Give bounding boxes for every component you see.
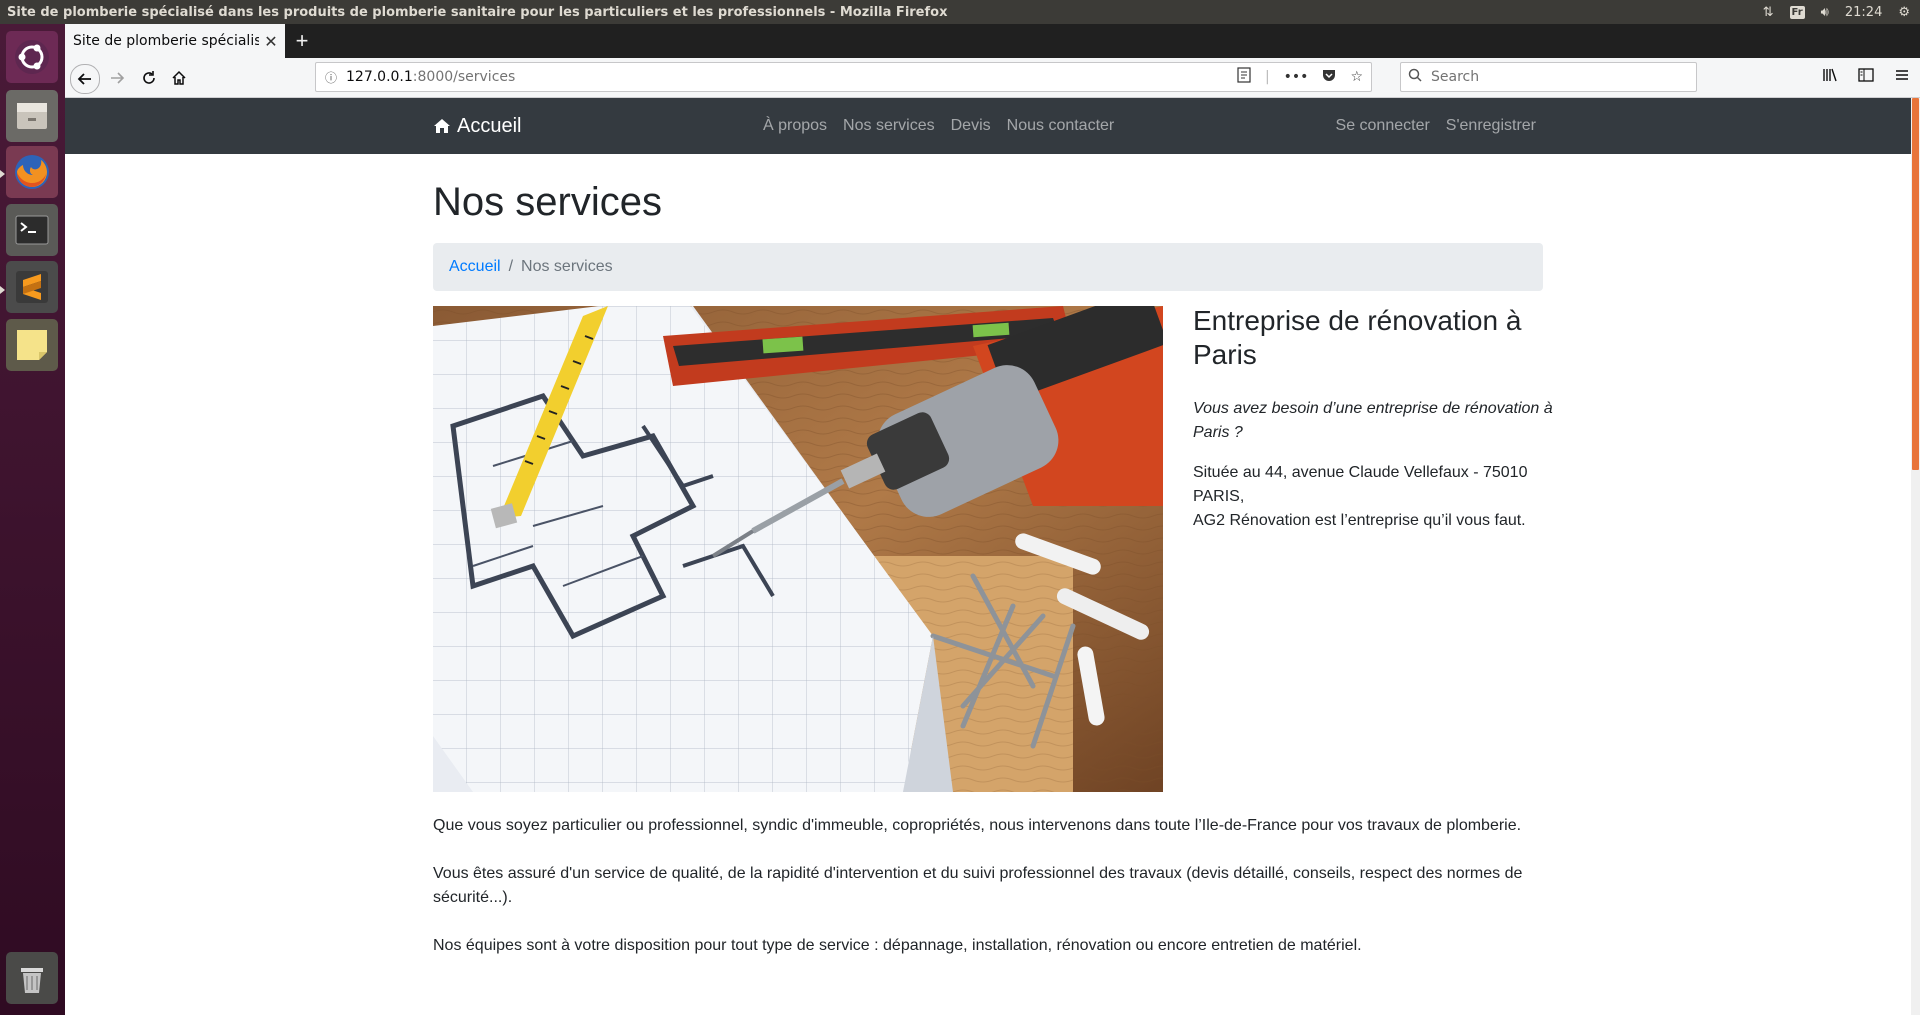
menu-icon[interactable] (1894, 67, 1910, 88)
pocket-icon[interactable] (1322, 68, 1336, 86)
forward-button[interactable] (103, 64, 131, 92)
notes-icon[interactable] (6, 319, 58, 371)
paragraph-teams: Nos équipes sont à votre disposition pou… (433, 937, 1362, 954)
page-viewport: Accueil À propos Nos services Devis Nous… (65, 98, 1911, 1015)
page-title: Nos services (433, 180, 662, 224)
toolbar-right (1822, 58, 1920, 97)
volume-icon[interactable]: 🔊︎ (1821, 5, 1829, 20)
page-scrollbar[interactable] (1911, 98, 1920, 1015)
library-icon[interactable] (1822, 67, 1838, 88)
window-title: Site de plomberie spécialisé dans les pr… (7, 4, 948, 20)
home-icon (172, 70, 186, 85)
site-info-icon[interactable]: ⓘ (316, 69, 346, 86)
renovation-tools-image (433, 306, 1163, 792)
bookmark-star-icon[interactable]: ☆ (1350, 69, 1363, 85)
home-button[interactable] (165, 64, 193, 92)
brand-label: Accueil (457, 114, 522, 137)
company-question: Vous avez besoin d’une entreprise de rén… (1193, 400, 1553, 442)
nav-item-a-propos[interactable]: À propos (755, 117, 835, 135)
login-link[interactable]: Se connecter (1328, 117, 1438, 135)
url-actions: | ••• ☆ (1237, 63, 1363, 91)
breadcrumb: Accueil / Nos services (433, 243, 1543, 291)
main-nav: À propos Nos services Devis Nous contact… (755, 98, 1122, 154)
auth-nav: Se connecter S'enregistrer (1328, 98, 1544, 154)
brand-link[interactable]: Accueil (433, 98, 521, 154)
reader-view-icon[interactable] (1237, 67, 1251, 87)
settings-gear-icon[interactable]: ⚙ (1898, 5, 1910, 20)
sidebar-icon[interactable] (1858, 67, 1874, 88)
launcher (0, 24, 65, 1015)
keyboard-layout-indicator[interactable]: Fr (1789, 5, 1805, 19)
nav-item-nous-contacter[interactable]: Nous contacter (999, 117, 1123, 135)
breadcrumb-current: Nos services (521, 258, 613, 275)
tab-active[interactable]: Site de plomberie spécialisé ✕ (65, 24, 285, 58)
page-actions-icon[interactable]: ••• (1284, 69, 1309, 85)
search-input[interactable] (1429, 68, 1673, 86)
scrollbar-thumb[interactable] (1912, 98, 1919, 470)
files-icon[interactable] (6, 90, 58, 142)
navigation-toolbar: ⓘ 127.0.0.1:8000/services | ••• ☆ (65, 58, 1920, 98)
tab-bar: Site de plomberie spécialisé ✕ + (65, 24, 1920, 58)
breadcrumb-separator: / (508, 258, 514, 275)
arrow-right-icon (111, 72, 125, 84)
company-name-line: AG2 Rénovation est l’entreprise qu’il vo… (1193, 512, 1526, 530)
terminal-icon[interactable] (6, 204, 58, 256)
top-panel: Site de plomberie spécialisé dans les pr… (0, 0, 1920, 24)
nav-item-devis[interactable]: Devis (943, 117, 999, 135)
url-divider: | (1264, 69, 1270, 85)
search-icon (1401, 68, 1429, 86)
tab-title: Site de plomberie spécialisé (73, 33, 259, 49)
tab-close-icon[interactable]: ✕ (259, 32, 283, 51)
arrow-left-icon (77, 73, 91, 85)
trash-icon[interactable] (6, 952, 58, 1004)
url-host: 127.0.0.1 (346, 69, 413, 85)
new-tab-button[interactable]: + (289, 28, 315, 54)
clock[interactable]: 21:24 (1845, 5, 1882, 20)
sublime-text-icon[interactable] (6, 261, 58, 313)
site-navbar: Accueil À propos Nos services Devis Nous… (65, 98, 1911, 154)
address-bar[interactable]: ⓘ 127.0.0.1:8000/services | ••• ☆ (315, 62, 1372, 92)
system-indicators: ⇅ Fr 🔊︎ 21:24 ⚙ (1763, 0, 1920, 24)
register-link[interactable]: S'enregistrer (1438, 117, 1544, 135)
ubuntu-icon[interactable] (6, 31, 58, 83)
network-icon[interactable]: ⇅ (1763, 5, 1774, 20)
company-heading: Entreprise de rénovation à Paris (1193, 305, 1522, 370)
breadcrumb-home-link[interactable]: Accueil (449, 258, 501, 276)
paragraph-coverage: Que vous soyez particulier ou profession… (433, 817, 1522, 834)
services-description: Que vous soyez particulier ou profession… (433, 814, 1543, 982)
company-address-paragraph: Située au 44, avenue Claude Vellefaux - … (1193, 461, 1553, 533)
reload-button[interactable] (135, 64, 163, 92)
search-bar[interactable] (1400, 62, 1697, 92)
nav-item-nos-services[interactable]: Nos services (835, 117, 943, 135)
company-info-column: Entreprise de rénovation à Paris Vous av… (1193, 304, 1553, 549)
reload-icon (143, 71, 155, 84)
back-button[interactable] (70, 64, 100, 94)
url-path: :8000/services (412, 69, 516, 85)
company-address-line: Située au 44, avenue Claude Vellefaux - … (1193, 464, 1528, 506)
firefox-icon[interactable] (6, 146, 58, 198)
home-icon (434, 119, 450, 133)
paragraph-quality: Vous êtes assuré d'un service de qualité… (433, 865, 1523, 906)
running-indicator (0, 170, 5, 178)
running-indicator (0, 286, 5, 294)
